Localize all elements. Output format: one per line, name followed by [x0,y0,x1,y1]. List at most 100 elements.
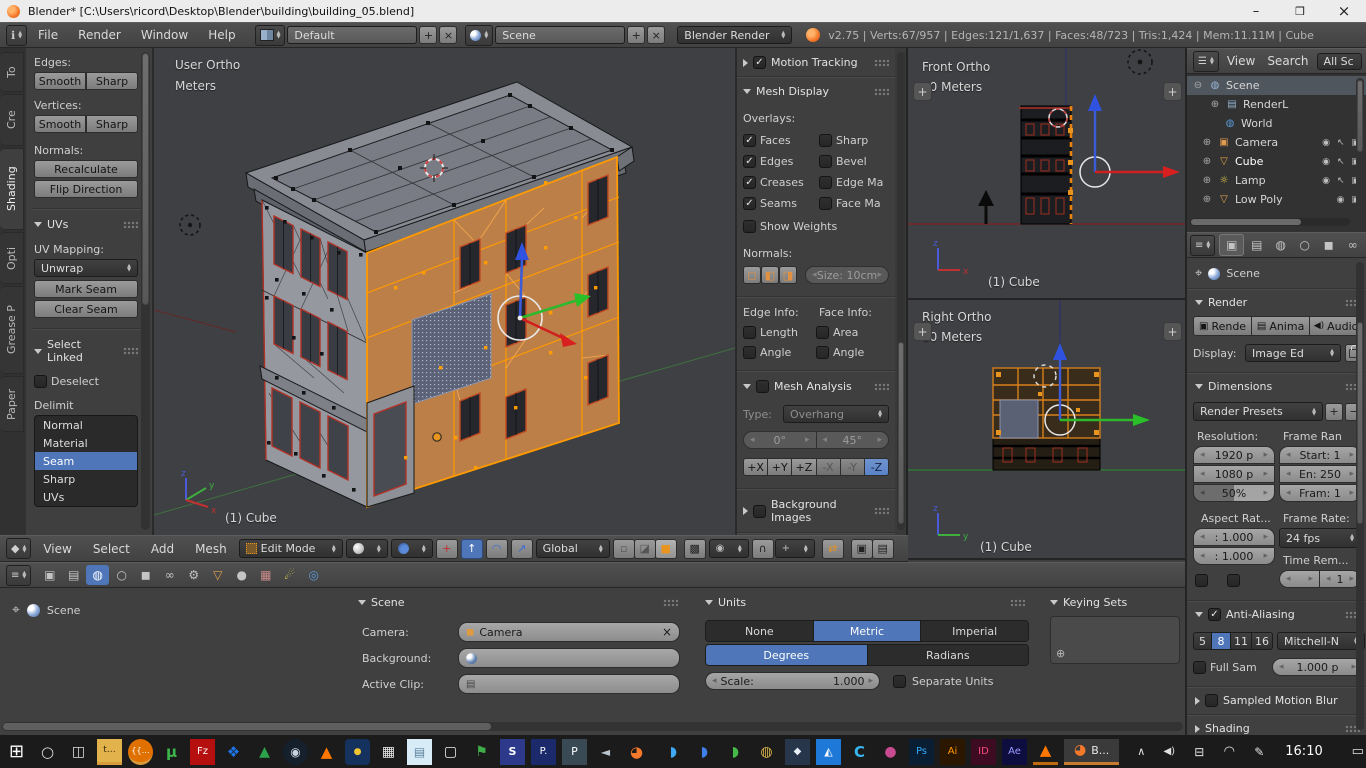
bird-green-icon[interactable]: ◗ [723,739,748,765]
calculator-icon[interactable]: ▦ [376,739,401,765]
c-app-icon[interactable]: C [847,739,872,765]
camera-field[interactable]: ◼ Camera × [458,622,680,642]
tab-render[interactable]: ▣ [1219,234,1244,256]
task-view-icon[interactable]: ◫ [66,739,91,765]
tab-world[interactable]: ○ [110,565,133,585]
outliner-item-cube[interactable]: ⊕ ▽ Cube ◉ ↖ ▣ [1187,152,1366,171]
preset-add-button[interactable]: + [1325,403,1343,421]
vertex-select-mode-button[interactable]: ▫ [613,539,635,559]
close-button[interactable]: × [1322,2,1366,20]
tab-options[interactable]: Opti [0,232,24,284]
tab-paper[interactable]: Paper [0,376,24,432]
render-still-button[interactable]: ▣Rende [1193,316,1252,336]
panel-grip-icon[interactable] [663,599,678,607]
outliner-display-filter[interactable]: All Sc [1317,53,1362,70]
filter-size-field[interactable]: 1.000 p [1272,658,1363,676]
overlay-sharp-checkbox[interactable] [819,134,832,147]
outliner-scrollbar[interactable] [1356,78,1364,213]
tray-wifi-icon[interactable]: ◠ [1217,739,1241,765]
recalculate-button[interactable]: Recalculate [34,160,138,178]
face-angle-checkbox[interactable] [816,346,829,359]
face-normals-icon-button[interactable]: ◨ [779,266,797,284]
utorrent-icon[interactable]: µ [159,739,184,765]
visibility-eye-icon[interactable]: ◉ [1322,176,1330,186]
screen-layout-selector[interactable]: Default [287,26,417,44]
manipulator-scale-button[interactable]: ↗ [511,539,533,559]
resolution-x-field[interactable]: 1920 p [1193,446,1275,464]
p-light-icon[interactable]: P [562,739,587,765]
proportional-edit-selector[interactable]: ◉ [709,539,749,558]
resolution-percent-field[interactable]: 50% [1193,484,1275,502]
tab-render-layers[interactable]: ▤ [62,565,85,585]
menu-help[interactable]: Help [199,28,244,42]
cortana-icon[interactable]: ○ [35,739,60,765]
outliner-item-camera[interactable]: ⊕ ▣ Camera ◉ ↖ ▣ [1187,133,1366,152]
delimit-item-uvs[interactable]: UVs [35,488,137,506]
display-mode-dropdown[interactable]: Image Ed [1245,344,1341,362]
render-presets-dropdown[interactable]: Render Presets [1193,402,1323,421]
indesign-icon[interactable]: ID [971,739,996,765]
units-none-button[interactable]: None [706,621,814,641]
tab-scene[interactable]: ◍ [86,565,109,585]
editor-type-outliner[interactable]: ☰ [1193,51,1219,72]
outliner-item-world[interactable]: ◍ World [1187,114,1366,133]
blender-pinned-icon[interactable]: ◕ [624,739,649,765]
aspect-x-field[interactable]: : 1.000 [1193,528,1275,546]
overlay-face-mark-checkbox[interactable] [819,197,832,210]
normals-size-field[interactable]: Size: 10cm [805,266,889,284]
full-sample-checkbox[interactable] [1193,661,1206,674]
tray-pen-icon[interactable]: ✎ [1247,739,1271,765]
manipulator-rotate-button[interactable]: ◠ [486,539,508,559]
minimize-button[interactable]: – [1234,4,1278,19]
loose-normals-icon-button[interactable]: ◧ [761,266,779,284]
analysis-min-angle-field[interactable]: 0° [743,431,817,449]
p-dark-icon[interactable]: P. [531,739,556,765]
vertices-sharp-button[interactable]: Sharp [86,115,138,133]
motion-tracking-checkbox[interactable] [753,56,766,69]
resolution-y-field[interactable]: 1080 p [1193,465,1275,483]
speaker-app-icon[interactable]: ◄ [593,739,618,765]
clear-seam-button[interactable]: Clear Seam [34,300,138,318]
google-drive-icon[interactable]: ▲ [252,739,277,765]
aa-filter-dropdown[interactable]: Mitchell-N [1277,632,1365,650]
edges-smooth-button[interactable]: Smooth [34,72,86,90]
face-area-checkbox[interactable] [816,326,829,339]
firefox-window-icon[interactable]: {{… [128,739,153,765]
mesh-display-panel-header[interactable]: Mesh Display [743,85,889,98]
tab-grease-pencil[interactable]: Grease P [0,286,24,374]
front-view-toolshelf-plus[interactable]: + [913,82,932,101]
aa-samples-8-button[interactable]: 8 [1212,632,1231,650]
outliner-item-scene[interactable]: ⊖ ◍ Scene [1187,76,1366,95]
anti-aliasing-checkbox[interactable] [1208,608,1221,621]
tab-object[interactable]: ◼ [1317,235,1340,255]
expand-icon[interactable]: ⊕ [1201,194,1213,205]
toolshelf-scrollbar[interactable] [141,52,150,530]
layout-delete-button[interactable]: × [439,26,457,44]
deselect-checkbox[interactable] [34,375,47,388]
tab-texture[interactable]: ▦ [254,565,277,585]
background-images-checkbox[interactable] [753,505,766,518]
scene-delete-button[interactable]: × [647,26,665,44]
snap-element-selector[interactable]: + [775,539,815,558]
axis-minus-y-button[interactable]: -Y [841,458,865,476]
tab-object-data[interactable]: ▽ [206,565,229,585]
render-panel-header[interactable]: Render [1195,296,1360,309]
right-view-toolshelf-plus[interactable]: + [913,322,932,341]
view-menu[interactable]: View [34,542,80,556]
menu-window[interactable]: Window [132,28,197,42]
frame-rate-dropdown[interactable]: 24 fps [1279,528,1361,548]
clear-x-icon[interactable]: × [662,625,672,639]
anti-aliasing-panel-header[interactable]: Anti-Aliasing [1195,608,1360,621]
compass-app-icon[interactable]: ◍ [754,739,779,765]
select-menu[interactable]: Select [84,542,139,556]
edge-select-mode-button[interactable]: ◪ [634,539,656,559]
layout-add-button[interactable]: + [419,26,437,44]
pivot-selector[interactable] [391,539,433,558]
after-effects-icon[interactable]: Ae [1002,739,1027,765]
background-images-panel-header[interactable]: Background Images [743,498,889,524]
vlc-icon[interactable]: ▲ [314,739,339,765]
flip-direction-button[interactable]: Flip Direction [34,180,138,198]
panel-grip-icon[interactable] [1010,599,1025,607]
scene-add-button[interactable]: + [627,26,645,44]
tab-material[interactable]: ● [230,565,253,585]
